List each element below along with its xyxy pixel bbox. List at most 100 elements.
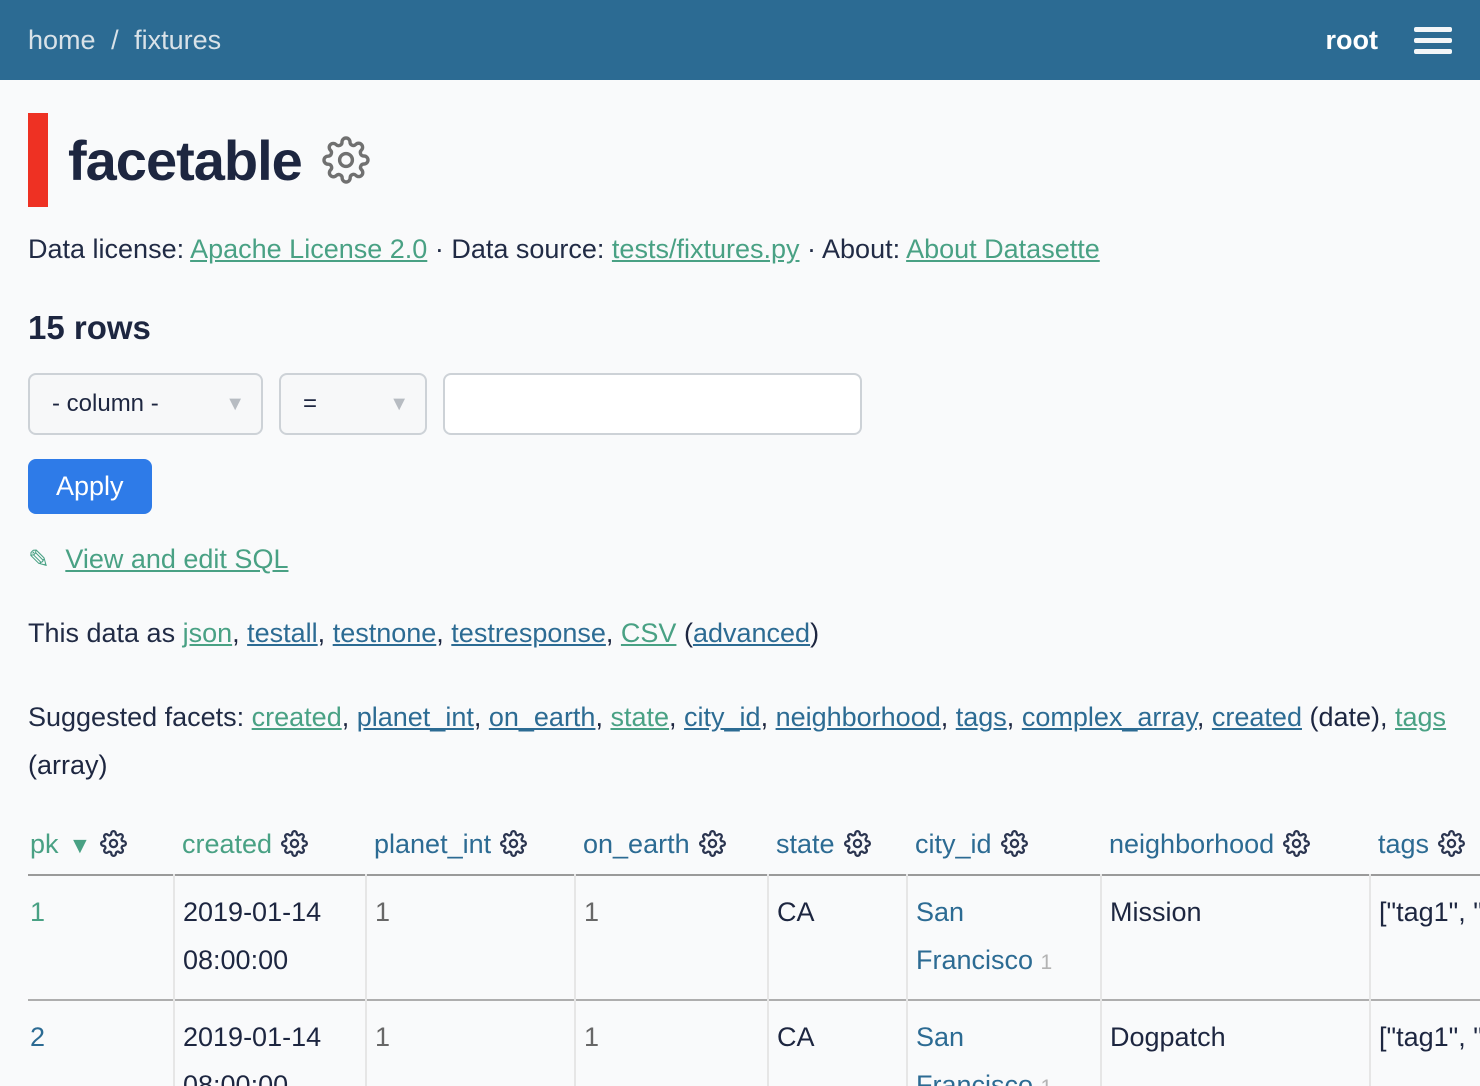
breadcrumb: home / fixtures: [28, 25, 221, 56]
view-edit-sql-link[interactable]: View and edit SQL: [65, 544, 288, 574]
license-link[interactable]: Apache License 2.0: [190, 234, 427, 264]
export-item: CSV: [621, 618, 684, 648]
column-cog-icon[interactable]: [100, 830, 127, 857]
table-row: 1 2019-01-14 08:00:00 1 1 CA San Francis…: [28, 875, 1480, 1000]
operator-select-value: =: [303, 390, 317, 418]
filter-row: - column - ▼ = ▼: [28, 373, 1452, 435]
city-link[interactable]: San Francisco: [916, 897, 1033, 975]
facet-link-planet-int[interactable]: planet_int: [357, 702, 474, 732]
source-label: Data source:: [451, 234, 604, 264]
export-link-testnone[interactable]: testnone: [333, 618, 437, 648]
column-header-on-earth[interactable]: on_earth: [583, 829, 690, 859]
about-label: About:: [822, 234, 900, 264]
facet-item: neighborhood,: [776, 702, 956, 732]
breadcrumb-home-link[interactable]: home: [28, 25, 96, 55]
cell-on-earth: 1: [575, 1000, 768, 1086]
filter-value-input[interactable]: [443, 373, 862, 435]
facet-link-state[interactable]: state: [610, 702, 669, 732]
operator-select[interactable]: = ▼: [279, 373, 427, 435]
column-select[interactable]: - column - ▼: [28, 373, 263, 435]
export-item: testresponse,: [451, 618, 621, 648]
column-cog-icon[interactable]: [281, 830, 308, 857]
facet-item: complex_array,: [1022, 702, 1212, 732]
table-row: 2 2019-01-14 08:00:00 1 1 CA San Francis…: [28, 1000, 1480, 1086]
facet-item: created (date),: [1212, 702, 1395, 732]
export-links: This data as json, testall, testnone, te…: [28, 609, 1452, 657]
sort-descending-icon: ▼: [69, 832, 92, 858]
cell-planet-int: 1: [366, 1000, 575, 1086]
column-header-created[interactable]: created: [182, 829, 272, 859]
foreign-key-id: 1: [1041, 951, 1053, 974]
cell-state: CA: [768, 1000, 907, 1086]
facet-item: state,: [610, 702, 684, 732]
facet-link-tags-array[interactable]: tags: [1395, 702, 1446, 732]
column-cog-icon[interactable]: [1438, 830, 1465, 857]
facet-item: tags,: [956, 702, 1022, 732]
export-item: json,: [183, 618, 248, 648]
export-item: testnone,: [333, 618, 452, 648]
export-item: testall,: [247, 618, 333, 648]
data-table: pk ▼ created planet_int on_earth state ci…: [28, 817, 1480, 1086]
dropdown-arrow-icon: ▼: [389, 393, 409, 416]
column-cog-icon[interactable]: [844, 830, 871, 857]
cell-neighborhood: Mission: [1101, 875, 1370, 1000]
column-header-planet-int[interactable]: planet_int: [374, 829, 491, 859]
facets-prefix: Suggested facets:: [28, 702, 252, 732]
column-header-tags[interactable]: tags: [1378, 829, 1429, 859]
meta-dot: ·: [807, 234, 816, 264]
export-link-json[interactable]: json: [183, 618, 233, 648]
facet-link-tags[interactable]: tags: [956, 702, 1007, 732]
city-link[interactable]: San Francisco: [916, 1022, 1033, 1086]
breadcrumb-database-link[interactable]: fixtures: [134, 25, 221, 55]
about-link[interactable]: About Datasette: [906, 234, 1100, 264]
export-prefix: This data as: [28, 618, 183, 648]
suggested-facets: Suggested facets: created, planet_int, o…: [28, 693, 1448, 789]
metadata-line: Data license: Apache License 2.0 · Data …: [28, 234, 1452, 265]
apply-button[interactable]: Apply: [28, 459, 152, 514]
facet-link-complex-array[interactable]: complex_array: [1022, 702, 1197, 732]
column-header-state[interactable]: state: [776, 829, 835, 859]
column-header-neighborhood[interactable]: neighborhood: [1109, 829, 1274, 859]
column-header-pk[interactable]: pk: [30, 829, 59, 859]
pencil-icon: ✎: [28, 544, 50, 574]
column-cog-icon[interactable]: [1283, 830, 1310, 857]
hamburger-menu-icon[interactable]: [1414, 27, 1452, 54]
facet-link-created-date[interactable]: created: [1212, 702, 1302, 732]
table-cog-icon[interactable]: [322, 136, 370, 184]
facet-link-created[interactable]: created: [252, 702, 342, 732]
export-link-advanced[interactable]: advanced: [693, 618, 810, 648]
facet-link-on-earth[interactable]: on_earth: [489, 702, 596, 732]
column-cog-icon[interactable]: [699, 830, 726, 857]
facet-item: planet_int,: [357, 702, 489, 732]
facet-item: created,: [252, 702, 357, 732]
table-container: pk ▼ created planet_int on_earth state ci…: [0, 817, 1480, 1086]
row-pk-link[interactable]: 1: [30, 897, 45, 927]
column-cog-icon[interactable]: [500, 830, 527, 857]
foreign-key-id: 1: [1041, 1076, 1053, 1086]
column-select-value: - column -: [52, 390, 159, 418]
page-title: facetable: [68, 128, 302, 193]
facet-link-city-id[interactable]: city_id: [684, 702, 761, 732]
column-cog-icon[interactable]: [1001, 830, 1028, 857]
export-link-testresponse[interactable]: testresponse: [451, 618, 606, 648]
column-header-city-id[interactable]: city_id: [915, 829, 992, 859]
row-pk-link[interactable]: 2: [30, 1022, 45, 1052]
export-link-csv[interactable]: CSV: [621, 618, 677, 648]
cell-created: 2019-01-14 08:00:00: [174, 1000, 366, 1086]
row-count-heading: 15 rows: [28, 309, 1452, 347]
cell-tags: ["tag1", "tag2"]: [1370, 875, 1480, 1000]
logged-in-user[interactable]: root: [1326, 25, 1378, 56]
dropdown-arrow-icon: ▼: [225, 393, 245, 416]
facet-link-neighborhood[interactable]: neighborhood: [776, 702, 941, 732]
cell-planet-int: 1: [366, 875, 575, 1000]
breadcrumb-separator: /: [111, 25, 119, 55]
facet-item: on_earth,: [489, 702, 611, 732]
license-label: Data license:: [28, 234, 184, 264]
top-navigation-bar: home / fixtures root: [0, 0, 1480, 80]
page-title-row: facetable: [28, 112, 1452, 208]
cell-created: 2019-01-14 08:00:00: [174, 875, 366, 1000]
export-link-testall[interactable]: testall: [247, 618, 318, 648]
source-link[interactable]: tests/fixtures.py: [612, 234, 800, 264]
cell-tags: ["tag1", "tag3"]: [1370, 1000, 1480, 1086]
facet-item: city_id,: [684, 702, 776, 732]
